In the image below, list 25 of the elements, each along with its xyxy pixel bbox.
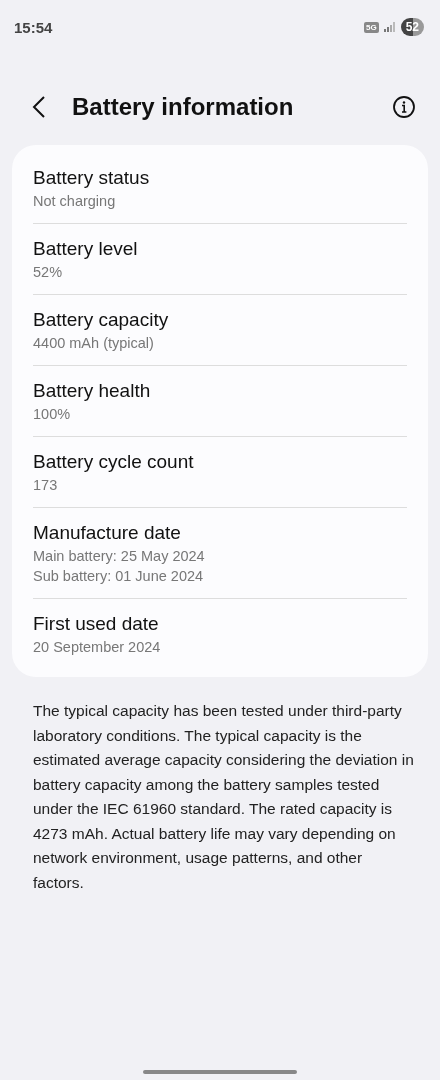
item-title: Battery cycle count [33, 450, 195, 474]
item-value: 4400 mAh (typical) [33, 334, 155, 353]
back-icon [32, 95, 46, 119]
info-icon [392, 95, 416, 119]
item-value: Main battery: 25 May 2024 [33, 547, 206, 566]
signal-icon [383, 22, 396, 32]
item-value: 52% [33, 263, 64, 282]
page-title: Battery information [72, 93, 295, 121]
item-value: 173 [33, 476, 59, 495]
item-title: First used date [33, 612, 160, 636]
item-value: Sub battery: 01 June 2024 [33, 567, 205, 586]
network-type-label: 5G [363, 21, 379, 33]
item-value: 100% [33, 405, 72, 424]
status-time: 15:54 [14, 18, 53, 36]
item-value: 20 September 2024 [33, 638, 162, 657]
item-title: Battery health [33, 379, 152, 403]
back-button[interactable] [32, 95, 46, 119]
item-title: Battery capacity [33, 308, 170, 332]
info-button[interactable] [392, 95, 416, 119]
item-title: Manufacture date [33, 521, 182, 545]
capacity-note: The typical capacity has been tested under third-party laboratory conditions. The typical capacity is the estimated average capacity considering the deviation in battery capacity among the battery samples tested under the IEC 61960 standard. The rated capacity is 4273 mAh. Actual battery life may vary depending on network environment, usage patterns, and other factors. [33, 701, 414, 893]
item-title: Battery level [33, 237, 139, 261]
item-value: Not charging [33, 192, 117, 211]
item-title: Battery status [33, 166, 151, 190]
battery-indicator: 52 [400, 18, 424, 36]
